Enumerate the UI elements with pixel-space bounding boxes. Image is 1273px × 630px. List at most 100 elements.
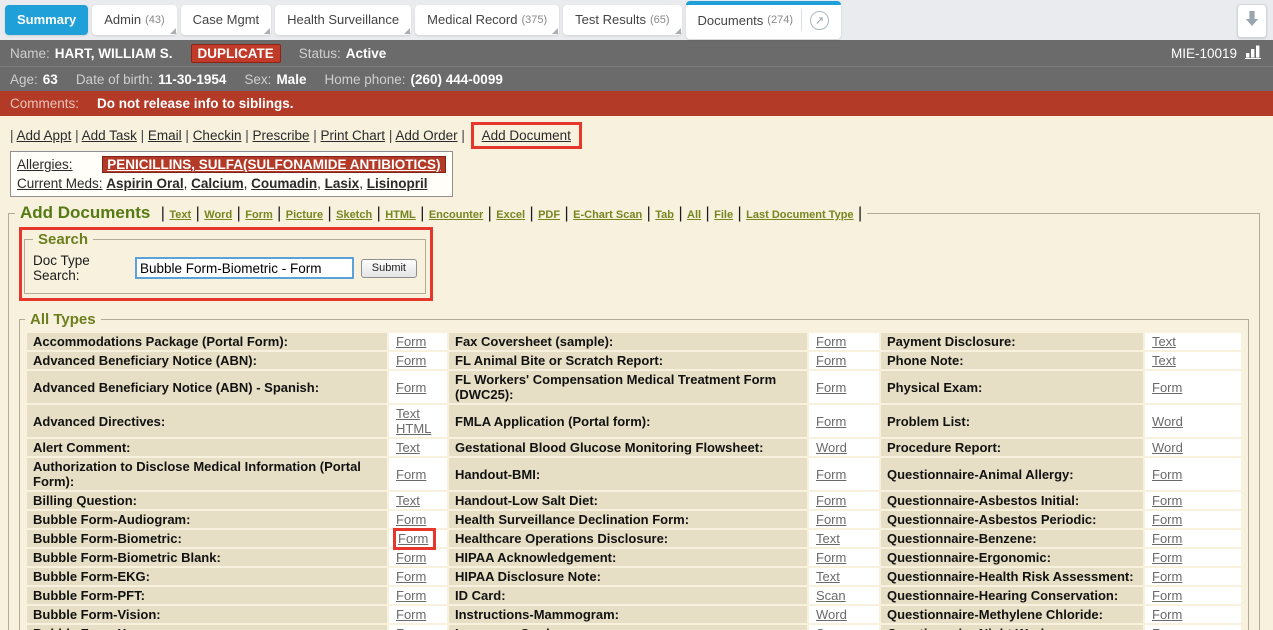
- tab-summary[interactable]: Summary: [5, 5, 88, 35]
- search-fieldset: Search Doc Type Search: Submit: [24, 231, 426, 294]
- doc-open-link-problem-list-word[interactable]: Word: [1152, 414, 1183, 429]
- doc-open-link-questionnaire-asbestos-periodic-form[interactable]: Form: [1152, 512, 1182, 527]
- doc-type-quick-link-form[interactable]: Form: [245, 209, 273, 221]
- doc-open-link-payment-disclosure-text[interactable]: Text: [1152, 334, 1176, 349]
- doc-open-link-questionnaire-hearing-conservation-form[interactable]: Form: [1152, 588, 1182, 603]
- doc-open-link-bubble-form-vision-form[interactable]: Form: [396, 607, 426, 622]
- action-link-add-order[interactable]: Add Order: [395, 128, 457, 143]
- doc-open-link-hipaa-disclosure-note-text[interactable]: Text: [816, 569, 840, 584]
- doc-open-link-bubble-form-x-ray-form[interactable]: Form: [396, 626, 426, 630]
- doc-open-link-questionnaire-animal-allergy-form[interactable]: Form: [1152, 467, 1182, 482]
- doc-open-link-fmla-application-portal-form-form[interactable]: Form: [816, 414, 846, 429]
- doc-open-link-bubble-form-audiogram-form[interactable]: Form: [396, 512, 426, 527]
- doc-type-link-cell: Form: [389, 530, 447, 547]
- doc-type-quick-link-picture[interactable]: Picture: [286, 209, 323, 221]
- doc-open-link-advanced-beneficiary-notice-abn-form[interactable]: Form: [396, 353, 426, 368]
- action-link-email[interactable]: Email: [148, 128, 182, 143]
- biometric-form-highlight-box: Form: [393, 528, 436, 550]
- doc-type-quick-link-all[interactable]: All: [687, 209, 701, 221]
- table-row: Advanced Beneficiary Notice (ABN) - Span…: [27, 371, 1241, 403]
- doc-type-link-cell: Text: [809, 568, 879, 585]
- doc-type-quick-link-pdf[interactable]: PDF: [538, 209, 560, 221]
- action-link-add-document[interactable]: Add Document: [482, 128, 571, 143]
- med-link-lasix[interactable]: Lasix: [325, 176, 360, 191]
- doc-open-link-bubble-form-biometric-blank-form[interactable]: Form: [396, 550, 426, 565]
- doc-open-link-gestational-blood-glucose-monitoring-flowsheet-word[interactable]: Word: [816, 440, 847, 455]
- med-link-coumadin[interactable]: Coumadin: [251, 176, 317, 191]
- doc-open-link-instructions-mammogram-word[interactable]: Word: [816, 607, 847, 622]
- tab-documents[interactable]: Documents(274)↗: [686, 1, 841, 39]
- tab-health-surveillance[interactable]: Health Surveillance: [275, 5, 411, 35]
- doc-type-quick-link-excel[interactable]: Excel: [496, 209, 525, 221]
- doc-type-name: Questionnaire-Asbestos Initial:: [881, 492, 1143, 509]
- doc-open-link-advanced-beneficiary-notice-abn-spanish-form[interactable]: Form: [396, 380, 426, 395]
- doc-open-link-id-card-scan[interactable]: Scan: [816, 588, 846, 603]
- doc-open-link-handout-low-salt-diet-form[interactable]: Form: [816, 493, 846, 508]
- doc-open-link-procedure-report-word[interactable]: Word: [1152, 440, 1183, 455]
- doc-open-link-phone-note-text[interactable]: Text: [1152, 353, 1176, 368]
- med-link-lisinopril[interactable]: Lisinopril: [367, 176, 428, 191]
- doc-open-link-questionnaire-ergonomic-form[interactable]: Form: [1152, 550, 1182, 565]
- action-link-prescribe[interactable]: Prescribe: [252, 128, 309, 143]
- doc-open-link-fax-coversheet-sample-form[interactable]: Form: [816, 334, 846, 349]
- doc-type-quick-link-e-chart-scan[interactable]: E-Chart Scan: [573, 209, 642, 221]
- submit-button[interactable]: Submit: [361, 259, 417, 278]
- action-link-checkin[interactable]: Checkin: [193, 128, 242, 143]
- doc-type-quick-link-sketch[interactable]: Sketch: [336, 209, 372, 221]
- med-link-calcium[interactable]: Calcium: [191, 176, 244, 191]
- bar-chart-icon[interactable]: [1245, 44, 1263, 62]
- doc-type-quick-link-word[interactable]: Word: [204, 209, 232, 221]
- doc-open-link-fl-animal-bite-or-scratch-report-form[interactable]: Form: [816, 353, 846, 368]
- tab-admin[interactable]: Admin(43): [92, 5, 176, 35]
- doc-open-link-handout-bmi-form[interactable]: Form: [816, 467, 846, 482]
- action-link-print-chart[interactable]: Print Chart: [321, 128, 386, 143]
- doc-type-quick-link-html[interactable]: HTML: [385, 209, 416, 221]
- doc-open-link-authorization-to-disclose-medical-information-portal-form-form[interactable]: Form: [396, 467, 426, 482]
- allergies-link[interactable]: Allergies:: [17, 157, 73, 172]
- allergy-value-link[interactable]: PENICILLINS, SULFA(SULFONAMIDE ANTIBIOTI…: [102, 156, 445, 173]
- tab-medical-record[interactable]: Medical Record(375): [415, 5, 559, 35]
- doc-open-link-health-surveillance-declination-form-form[interactable]: Form: [816, 512, 846, 527]
- doc-open-link-bubble-form-ekg-form[interactable]: Form: [396, 569, 426, 584]
- doc-open-link-physical-exam-form[interactable]: Form: [1152, 380, 1182, 395]
- doc-open-link-bubble-form-biometric-form[interactable]: Form: [398, 531, 428, 546]
- doc-open-link-healthcare-operations-disclosure-text[interactable]: Text: [816, 531, 840, 546]
- doc-open-link-questionnaire-health-risk-assessment-form[interactable]: Form: [1152, 569, 1182, 584]
- current-meds-link[interactable]: Current Meds:: [17, 176, 103, 191]
- action-link-add-task[interactable]: Add Task: [82, 128, 137, 143]
- doc-open-link-bubble-form-pft-form[interactable]: Form: [396, 588, 426, 603]
- med-link-aspirin-oral[interactable]: Aspirin Oral: [106, 176, 183, 191]
- doc-open-link-billing-question-text[interactable]: Text: [396, 493, 420, 508]
- current-meds-list: Aspirin Oral, Calcium, Coumadin, Lasix, …: [106, 176, 427, 191]
- tab-case-mgmt[interactable]: Case Mgmt: [181, 5, 271, 35]
- scroll-down-button[interactable]: [1237, 4, 1267, 38]
- doc-open-link-advanced-directives-text[interactable]: Text: [396, 406, 420, 421]
- doc-open-link-alert-comment-text[interactable]: Text: [396, 440, 420, 455]
- doc-type-quick-link-encounter[interactable]: Encounter: [429, 209, 483, 221]
- doc-open-link-accommodations-package-portal-form-form[interactable]: Form: [396, 334, 426, 349]
- doc-type-quick-link-tab[interactable]: Tab: [655, 209, 674, 221]
- action-link-add-appt[interactable]: Add Appt: [17, 128, 72, 143]
- doc-type-quick-link-last-document-type[interactable]: Last Document Type: [746, 209, 853, 221]
- tab-test-results[interactable]: Test Results(65): [563, 5, 681, 35]
- doc-type-link-cell: Form: [389, 625, 447, 630]
- doc-type-name: FL Workers' Compensation Medical Treatme…: [449, 371, 807, 403]
- table-row: Accommodations Package (Portal Form):For…: [27, 333, 1241, 350]
- doc-type-name: Questionnaire-Asbestos Periodic:: [881, 511, 1143, 528]
- doc-open-link-hipaa-acknowledgement-form[interactable]: Form: [816, 550, 846, 565]
- doc-type-name: Instructions-Mammogram:: [449, 606, 807, 623]
- doc-open-link-fl-workers-compensation-medical-treatment-form-dwc25-form[interactable]: Form: [816, 380, 846, 395]
- doc-open-link-advanced-directives-html[interactable]: HTML: [396, 421, 431, 436]
- doc-open-link-questionnaire-methylene-chloride-form[interactable]: Form: [1152, 607, 1182, 622]
- doc-type-quick-link-text[interactable]: Text: [169, 209, 191, 221]
- doc-open-link-questionnaire-night-worker-form[interactable]: Form: [1152, 626, 1182, 630]
- doc-type-quick-link-file[interactable]: File: [714, 209, 733, 221]
- doc-open-link-insurance-card-scan[interactable]: Scan: [816, 626, 846, 630]
- doc-type-name: Handout-BMI:: [449, 458, 807, 490]
- doc-open-link-questionnaire-asbestos-initial-form[interactable]: Form: [1152, 493, 1182, 508]
- doc-open-link-questionnaire-benzene-form[interactable]: Form: [1152, 531, 1182, 546]
- doc-type-name: Questionnaire-Animal Allergy:: [881, 458, 1143, 490]
- table-row: Billing Question:TextHandout-Low Salt Di…: [27, 492, 1241, 509]
- popout-icon[interactable]: ↗: [810, 11, 829, 30]
- doc-type-search-input[interactable]: [135, 257, 354, 279]
